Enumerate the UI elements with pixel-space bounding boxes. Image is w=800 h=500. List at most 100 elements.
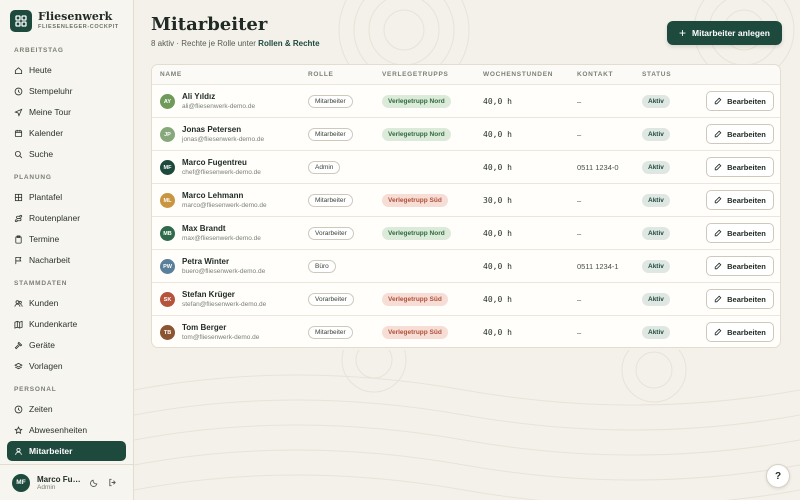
sidebar-item-label: Termine [29,234,60,244]
role-badge: Admin [308,161,341,174]
avatar: SK [160,292,175,307]
status-badge: Aktiv [642,95,670,108]
weekly-hours: 40,0 h [483,229,512,238]
logout-icon[interactable] [107,478,117,488]
users-icon [14,299,23,307]
brand-logo-icon [10,10,32,32]
help-button[interactable]: ? [766,464,790,488]
sidebar-item-label: Kalender [29,128,64,138]
edit-button[interactable]: Bearbeiten [706,256,774,276]
star-icon [14,425,23,434]
sidebar-item-label: Geräte [29,340,55,350]
edit-button[interactable]: Bearbeiten [706,289,774,309]
sidebar-item-stempeluhr[interactable]: Stempeluhr [7,81,126,101]
sidebar-item-nacharbeit[interactable]: Nacharbeit [7,250,126,270]
pencil-icon [714,262,722,270]
sidebar-item-mitarbeiter[interactable]: Mitarbeiter [7,441,126,461]
sidebar-item-kundenkarte[interactable]: Kundenkarte [7,314,126,334]
column-header-hours[interactable]: WOCHENSTUNDEN [483,71,553,78]
sidebar-item-suche[interactable]: Suche [7,144,126,164]
status-badge: Aktiv [642,161,670,174]
table-row: PW Petra Winter buero@fliesenwerk-demo.d… [152,250,780,283]
role-badge: Büro [308,260,336,273]
add-employee-label: Mitarbeiter anlegen [692,28,770,38]
employee-name: Petra Winter [182,257,230,266]
employee-email: chef@fliesenwerk-demo.de [182,169,261,176]
layers-icon [14,362,23,369]
table-row: ML Marco Lehmann marco@fliesenwerk-demo.… [152,184,780,217]
weekly-hours: 40,0 h [483,328,512,337]
edit-button-label: Bearbeiten [727,261,766,271]
avatar[interactable]: MF [12,473,30,492]
clock-icon [14,405,23,413]
pencil-icon [714,130,722,138]
sidebar-item-plantafel[interactable]: Plantafel [7,187,126,207]
edit-button[interactable]: Bearbeiten [706,124,774,144]
role-badge: Vorarbeiter [308,293,354,306]
avatar: MB [160,226,175,241]
column-header-role[interactable]: ROLLE [308,71,334,78]
avatar: ML [160,193,175,208]
employee-email: max@fliesenwerk-demo.de [182,235,261,242]
sidebar-item-label: Vorlagen [29,361,63,371]
sidebar-item-label: Abwesenheiten [29,425,88,435]
grid-icon [14,193,23,201]
sidebar-item-abwesenheiten[interactable]: Abwesenheiten [7,420,126,440]
status-badge: Aktiv [642,227,670,240]
brand-subtitle: FLIESENLEGER-COCKPIT [38,24,119,30]
pencil-icon [714,229,722,237]
weekly-hours: 30,0 h [483,196,512,205]
team-badge: Verlegetrupp Nord [382,95,451,108]
sidebar-item-label: Nacharbeit [29,255,71,265]
user-name: Marco Fugentreu [37,474,81,484]
section-label: STAMMDATEN [14,280,68,287]
sidebar-item-routenplaner[interactable]: Routenplaner [7,208,126,228]
status-badge: Aktiv [642,260,670,273]
add-employee-button[interactable]: + Mitarbeiter anlegen [667,21,782,45]
employee-email: stefan@fliesenwerk-demo.de [182,301,267,308]
table-row: TB Tom Berger tom@fliesenwerk-demo.de Mi… [152,316,780,347]
edit-button[interactable]: Bearbeiten [706,223,774,243]
sidebar-item-kalender[interactable]: Kalender [7,123,126,143]
role-badge: Mitarbeiter [308,128,353,141]
pencil-icon [714,328,722,336]
contact: – [577,196,582,205]
sidebar-item-meine-tour[interactable]: Meine Tour [7,102,126,122]
brand[interactable]: Fliesenwerk FLIESENLEGER-COCKPIT [10,10,119,32]
column-header-contact[interactable]: KONTAKT [577,71,613,78]
section-label: ARBEITSTAG [14,47,64,54]
employee-name: Tom Berger [182,323,227,332]
edit-button[interactable]: Bearbeiten [706,157,774,177]
home-icon [14,66,23,74]
pencil-icon [714,295,722,303]
contact: – [577,295,582,304]
moon-icon[interactable] [89,478,99,488]
navigation-icon [14,108,23,117]
contact: – [577,229,582,238]
sidebar-item-heute[interactable]: Heute [7,60,126,80]
page-subtitle: 8 aktiv · Rechte je Rolle unter Rollen &… [151,39,320,48]
status-badge: Aktiv [642,128,670,141]
team-badge: Verlegetrupp Süd [382,293,448,306]
section-label: PERSONAL [14,386,57,393]
user-role: Admin [37,483,56,491]
edit-button[interactable]: Bearbeiten [706,322,774,342]
column-header-name[interactable]: NAME [160,71,182,78]
sidebar-item-vorlagen[interactable]: Vorlagen [7,356,126,376]
column-header-teams[interactable]: VERLEGETRUPPS [382,71,449,78]
edit-button[interactable]: Bearbeiten [706,91,774,111]
background-pattern [134,350,800,500]
roles-link[interactable]: Rollen & Rechte [258,39,319,48]
contact: – [577,130,582,139]
sidebar-item-label: Heute [29,65,52,75]
sidebar-item-zeiten[interactable]: Zeiten [7,399,126,419]
sidebar-item-termine[interactable]: Termine [7,229,126,249]
column-header-status[interactable]: STATUS [642,71,671,78]
edit-button[interactable]: Bearbeiten [706,190,774,210]
sidebar-item-kunden[interactable]: Kunden [7,293,126,313]
team-badge: Verlegetrupp Nord [382,128,451,141]
employee-name: Ali Yıldız [182,92,216,101]
search-icon [14,150,23,158]
status-badge: Aktiv [642,326,670,339]
sidebar-item-geräte[interactable]: Geräte [7,335,126,355]
